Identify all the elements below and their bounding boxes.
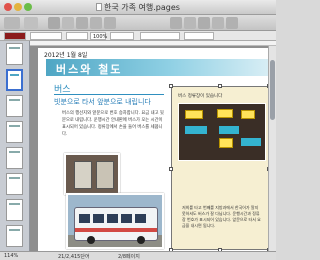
view-toolbar-button[interactable] — [4, 17, 20, 29]
inset-title: 버스 정류장이 있습니다 — [178, 94, 223, 99]
bus-illustration — [74, 207, 158, 244]
document-page[interactable]: 2012년 1월 8일 버스와 철도 버스 빗분으로 타서 앞분으로 내립니다 … — [38, 48, 268, 251]
banner-title: 버스와 철도 — [56, 63, 123, 76]
title-bar: 한국 가족 여행.pages — [0, 0, 276, 15]
share-toolbar-button[interactable] — [170, 17, 182, 29]
bus-stop-sign-photo[interactable] — [178, 103, 266, 161]
close-window-button[interactable] — [4, 3, 12, 11]
document-canvas: 2012년 1월 8일 버스와 철도 버스 빗분으로 타서 앞분으로 내립니다 … — [30, 46, 268, 251]
table-toolbar-button[interactable] — [76, 17, 88, 29]
word-count: 21/2,415단어 — [58, 254, 90, 260]
window-title-text: 한국 가족 여행.pages — [104, 3, 180, 12]
subheading: 빗분으로 타서 앞분으로 내립니다 — [54, 98, 151, 106]
fare-machine-photo[interactable] — [64, 153, 120, 195]
status-bar: 114% 21/2,415단어 2/8페이지 — [0, 251, 276, 260]
text-style-swatch[interactable] — [4, 32, 26, 40]
page-thumbnail[interactable] — [6, 173, 23, 195]
resize-handle[interactable] — [218, 84, 222, 88]
fonts-toolbar-button[interactable] — [226, 17, 238, 29]
bus-photo[interactable] — [66, 193, 164, 249]
minimize-window-button[interactable] — [14, 3, 22, 11]
zoom-popup[interactable]: 100% — [90, 32, 107, 40]
selected-inset-box[interactable]: 버스 정류장이 있습니다 저희를 타고 번째를 지방과에서 한국어가 알지 못하… — [169, 84, 268, 251]
document-icon — [96, 3, 102, 11]
sections-toolbar-button[interactable] — [24, 17, 38, 29]
page-thumbnail[interactable] — [6, 225, 23, 247]
format-bar: 100% — [0, 31, 276, 41]
shape-toolbar-button[interactable] — [62, 17, 74, 29]
comment-toolbar-button[interactable] — [104, 17, 116, 29]
resize-handle[interactable] — [169, 84, 173, 88]
chart-toolbar-button[interactable] — [90, 17, 102, 29]
date-header: 2012년 1월 8일 — [44, 52, 88, 59]
zoom-level[interactable]: 114% — [4, 253, 18, 259]
inset-text: 저희를 타고 번째를 지방과에서 한국어가 알지 못하셔도 버스가 잘 다닙니다… — [182, 205, 261, 228]
page-thumbnail[interactable] — [6, 95, 23, 117]
spacing-controls[interactable] — [184, 32, 214, 40]
inspector-toolbar-button[interactable] — [184, 17, 196, 29]
colors-toolbar-button[interactable] — [212, 17, 224, 29]
textbox-toolbar-button[interactable] — [48, 17, 60, 29]
page-thumbnail[interactable] — [6, 121, 23, 143]
toolbar — [0, 15, 276, 31]
scroll-thumb[interactable] — [270, 60, 275, 120]
vertical-scrollbar[interactable] — [268, 46, 276, 251]
window-title: 한국 가족 여행.pages — [96, 2, 180, 13]
page-thumbnails-sidebar — [0, 41, 30, 251]
media-toolbar-button[interactable] — [198, 17, 210, 29]
font-size-popup[interactable] — [110, 32, 134, 40]
page-thumbnail[interactable] — [6, 43, 23, 65]
resize-handle[interactable] — [169, 167, 173, 171]
pages-window: 한국 가족 여행.pages 100% 2012년 1월 8일 버스와 철도 버… — [0, 0, 276, 260]
paragraph-style-popup[interactable] — [30, 32, 62, 40]
zoom-window-button[interactable] — [24, 3, 32, 11]
page-thumbnail[interactable] — [6, 147, 23, 169]
alignment-controls[interactable] — [140, 32, 180, 40]
page-count: 2/8페이지 — [118, 254, 140, 260]
page-thumbnail-selected[interactable] — [6, 69, 23, 91]
section-banner: 버스와 철도 — [46, 59, 268, 76]
font-family-popup[interactable] — [66, 32, 88, 40]
page-thumbnail[interactable] — [6, 199, 23, 221]
body-paragraph[interactable]: 버스의 행선지와 앞문으로 번호 승차합니다. 요금 내고 뒷문으로 내립니다.… — [62, 110, 166, 138]
section-divider — [54, 94, 164, 95]
